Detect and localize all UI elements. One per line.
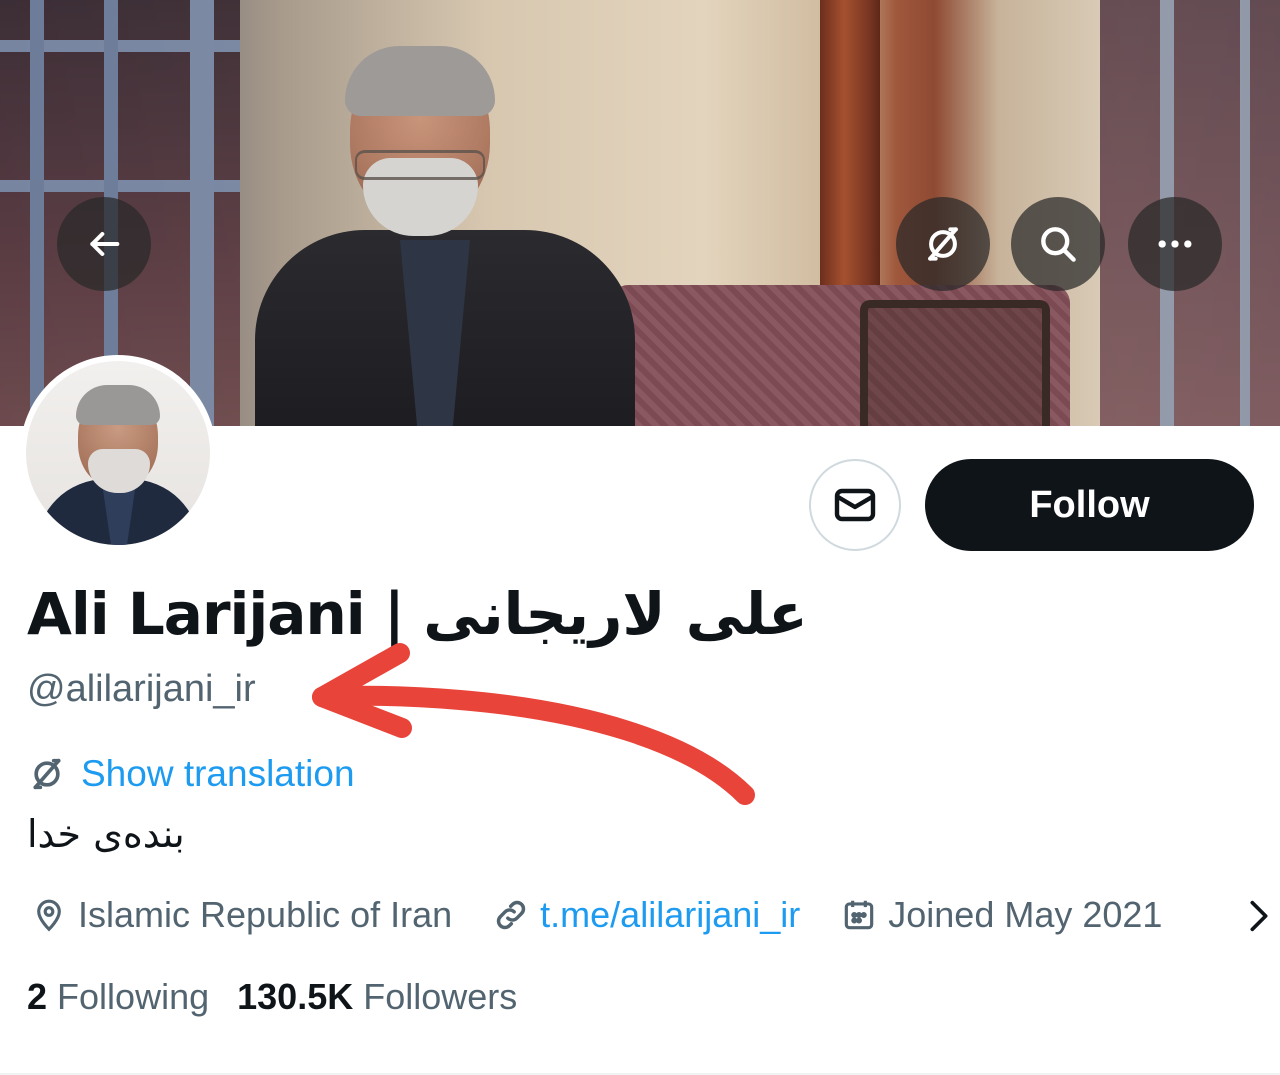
avatar-image [26, 361, 210, 545]
following-count: 2 [27, 976, 48, 1017]
followers-label: Followers [363, 976, 518, 1017]
banner-chair [860, 300, 1050, 426]
location-pin-icon [37, 899, 61, 932]
message-button[interactable] [809, 459, 901, 551]
search-button[interactable] [1011, 197, 1105, 291]
meta-expand-button[interactable] [1244, 896, 1274, 941]
location: Islamic Republic of Iran [30, 894, 452, 936]
handle: @alilarijani_ir [27, 668, 256, 710]
back-button[interactable] [57, 197, 151, 291]
followers-count: 130.5K [237, 976, 354, 1017]
joined-date: Joined May 2021 [840, 894, 1162, 936]
website-link[interactable]: t.me/alilarijani_ir [540, 894, 800, 936]
website[interactable]: t.me/alilarijani_ir [492, 894, 800, 936]
banner-person [255, 40, 635, 426]
location-text: Islamic Republic of Iran [78, 894, 453, 935]
translate-icon [33, 758, 61, 790]
follow-stats: 2 Following 130.5K Followers [27, 976, 517, 1018]
calendar-icon [845, 900, 874, 930]
show-translation-label: Show translation [81, 753, 355, 794]
followers-stat[interactable]: 130.5K Followers [237, 976, 517, 1018]
translate-icon [928, 227, 958, 261]
follow-button[interactable]: Follow [925, 459, 1254, 551]
translate-profile-button[interactable] [896, 197, 990, 291]
more-button[interactable] [1128, 197, 1222, 291]
bio: بنده‌ی خدا [27, 812, 185, 856]
profile-meta: Islamic Republic of Iran t.me/alilarijan… [30, 892, 1202, 938]
following-label: Following [57, 976, 210, 1017]
arrow-left-icon [90, 232, 120, 256]
show-translation-link[interactable]: Show translation [27, 753, 355, 795]
joined-text: Joined May 2021 [888, 894, 1163, 935]
more-horizontal-icon [1158, 240, 1192, 248]
display-name: Ali Larijani | علی لاریجانی [27, 580, 809, 648]
chevron-right-icon [1250, 900, 1268, 932]
search-icon [1041, 227, 1076, 262]
envelope-icon [834, 488, 876, 522]
link-icon [497, 900, 526, 930]
avatar[interactable] [20, 355, 216, 551]
following-stat[interactable]: 2 Following [27, 976, 209, 1018]
